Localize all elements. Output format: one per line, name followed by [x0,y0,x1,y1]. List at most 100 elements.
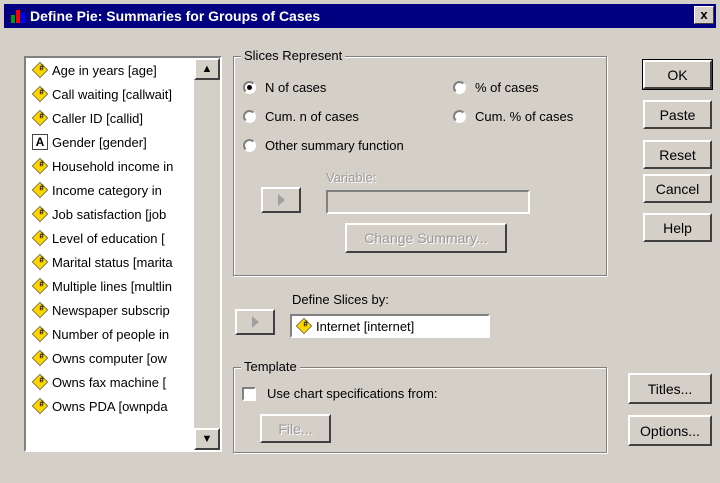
radio-other-summary-function[interactable]: Other summary function [243,138,404,153]
scalar-variable-icon [31,109,49,127]
close-icon: x [700,7,708,22]
scalar-variable-icon [31,157,49,175]
radio-label: Other summary function [265,138,404,153]
radio-cum-pct-of-cases[interactable]: Cum. % of cases [453,109,573,124]
options-button[interactable]: Options... [628,415,712,446]
variable-list-item[interactable]: Owns fax machine [ [26,370,220,394]
variable-label: Number of people in [52,326,170,342]
variable-label: Gender [gender] [52,134,147,150]
radio-indicator[interactable] [453,110,466,123]
scalar-variable-icon [31,181,49,199]
variable-label: Call waiting [callwait] [52,86,172,102]
variable-list-item[interactable]: Call waiting [callwait] [26,82,220,106]
variable-list-item[interactable]: Multiple lines [multlin [26,274,220,298]
variable-label: Level of education [ [52,230,165,246]
cancel-button[interactable]: Cancel [643,174,712,203]
variable-list-item[interactable]: Level of education [ [26,226,220,250]
paste-label: Paste [659,106,696,123]
radio-indicator[interactable] [243,139,256,152]
radio-indicator[interactable] [243,81,256,94]
file-button-label: File... [278,420,313,437]
move-to-variable-button[interactable] [261,187,301,213]
window-title: Define Pie: Summaries for Groups of Case… [30,8,321,24]
move-to-define-slices-button[interactable] [235,309,275,335]
variable-list-item[interactable]: Owns computer [ow [26,346,220,370]
radio-cum-n-of-cases[interactable]: Cum. n of cases [243,109,359,124]
reset-button[interactable]: Reset [643,140,712,169]
right-arrow-icon [277,194,285,206]
up-arrow-icon: ▲ [201,63,213,75]
variable-label: Job satisfaction [job [52,206,167,222]
use-chart-spec-label: Use chart specifications from: [267,386,438,401]
change-summary-button[interactable]: Change Summary... [345,223,507,253]
radio-label: Cum. n of cases [265,109,359,124]
help-button[interactable]: Help [643,213,712,242]
variable-label: Variable: [326,170,377,185]
summary-variable-field[interactable] [326,190,530,214]
variable-label: Marital status [marita [52,254,173,270]
variable-label: Income category in [52,182,162,198]
radio-label: N of cases [265,80,327,95]
titles-button[interactable]: Titles... [628,373,712,404]
scroll-track[interactable] [194,80,220,428]
variable-list-item[interactable]: Number of people in [26,322,220,346]
nominal-variable-icon: A [32,134,48,150]
scalar-variable-icon [31,253,49,271]
scalar-variable-icon [31,229,49,247]
close-button[interactable]: x [694,6,714,24]
title-bar: Define Pie: Summaries for Groups of Case… [4,4,716,28]
scalar-variable-icon [31,85,49,103]
variable-list-item[interactable]: Newspaper subscrip [26,298,220,322]
titles-label: Titles... [647,380,693,397]
variable-list-item[interactable]: Marital status [marita [26,250,220,274]
template-title: Template [241,359,300,374]
radio-n-of-cases[interactable]: N of cases [243,80,326,95]
variable-list-scrollbar[interactable]: ▲ ▼ [194,58,220,450]
variable-list-item[interactable]: Age in years [age] [26,58,220,82]
scalar-variable-icon [31,301,49,319]
define-slices-value: Internet [internet] [316,318,415,334]
variable-label: Owns PDA [ownpda [52,398,168,414]
radio-pct-of-cases[interactable]: % of cases [453,80,539,95]
variable-list-item[interactable]: A Gender [gender] [26,130,220,154]
reset-label: Reset [659,146,696,163]
scalar-variable-icon [31,349,49,367]
help-label: Help [663,219,692,236]
cancel-label: Cancel [655,180,700,197]
scalar-variable-icon [31,373,49,391]
variable-label: Caller ID [callid] [52,110,144,126]
paste-button[interactable]: Paste [643,100,712,129]
use-chart-spec-checkbox[interactable] [242,387,256,401]
radio-label: % of cases [475,80,539,95]
scalar-variable-icon [31,205,49,223]
variable-label: Newspaper subscrip [52,302,170,318]
variable-label: Multiple lines [multlin [52,278,172,294]
define-slices-field[interactable]: Internet [internet] [290,314,490,338]
define-pie-dialog: Define Pie: Summaries for Groups of Case… [0,0,720,483]
variable-list-item[interactable]: Household income in [26,154,220,178]
down-arrow-icon: ▼ [201,433,213,445]
scroll-down-button[interactable]: ▼ [194,428,220,450]
variable-list-item[interactable]: Owns PDA [ownpda [26,394,220,418]
file-button[interactable]: File... [260,414,331,443]
change-summary-label: Change Summary... [364,230,488,246]
radio-indicator[interactable] [243,110,256,123]
scalar-variable-icon [31,325,49,343]
right-arrow-icon [251,316,259,328]
ok-label: OK [667,66,688,83]
radio-indicator[interactable] [453,81,466,94]
scalar-variable-icon [31,397,49,415]
scalar-variable-icon [31,61,49,79]
scroll-up-button[interactable]: ▲ [194,58,220,80]
variable-label: Age in years [age] [52,62,157,78]
variable-list-item[interactable]: Income category in [26,178,220,202]
variable-list-item[interactable]: Caller ID [callid] [26,106,220,130]
define-slices-label: Define Slices by: [292,292,389,307]
variable-list[interactable]: Age in years [age] Call waiting [callwait… [24,56,222,452]
variable-list-item[interactable]: Job satisfaction [job [26,202,220,226]
variable-items: Age in years [age] Call waiting [callwait… [26,58,220,418]
radio-label: Cum. % of cases [475,109,574,124]
ok-button[interactable]: OK [642,59,713,90]
spss-app-icon [10,9,26,23]
options-label: Options... [640,422,700,439]
